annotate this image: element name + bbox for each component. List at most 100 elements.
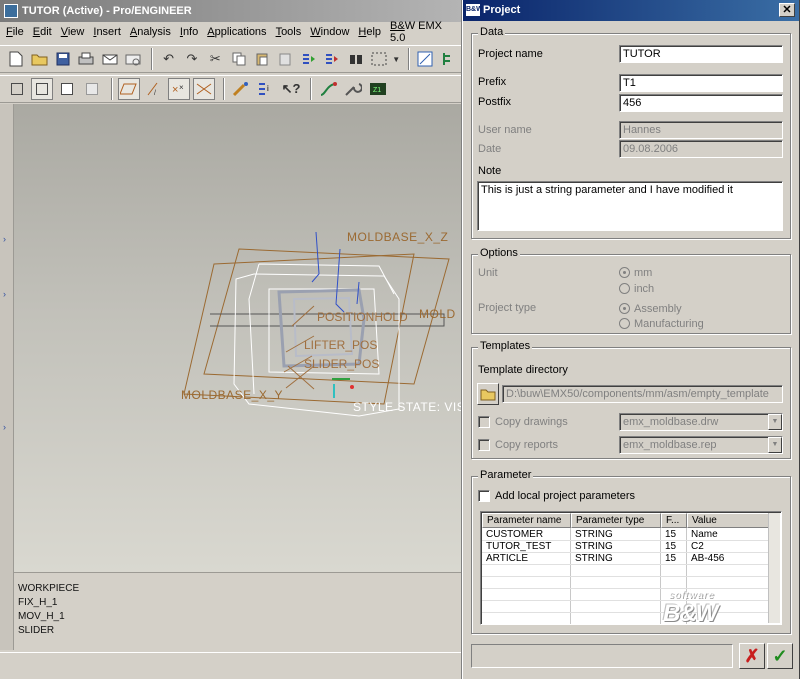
- tool-icon[interactable]: [342, 78, 364, 100]
- csys-label-positionhold[interactable]: POSITIONHOLD: [317, 310, 408, 324]
- menu-view[interactable]: View: [61, 26, 85, 38]
- column-header-f[interactable]: F...: [661, 513, 687, 528]
- add-local-parameters-label: Add local project parameters: [495, 490, 636, 502]
- main-toolbar-row-2: / × × i ↖? Z1: [0, 75, 462, 103]
- undo-icon[interactable]: ↶: [158, 48, 178, 70]
- feature-info-icon[interactable]: i: [255, 78, 277, 100]
- datum-points-icon[interactable]: × ×: [168, 78, 190, 100]
- expand-arrow-icon[interactable]: ›: [3, 422, 6, 432]
- no-hidden-icon[interactable]: [56, 78, 78, 100]
- hidden-line-icon[interactable]: [31, 78, 53, 100]
- template-directory-label: Template directory: [478, 364, 568, 376]
- view-icon[interactable]: [415, 48, 435, 70]
- date-input: [619, 140, 783, 158]
- spin-center-icon[interactable]: [230, 78, 252, 100]
- menu-bw-emx[interactable]: B&W EMX 5.0: [390, 20, 453, 44]
- paste-special-icon[interactable]: [275, 48, 295, 70]
- email-icon[interactable]: [100, 48, 120, 70]
- save-icon[interactable]: [53, 48, 73, 70]
- datum-label-moldbase-x-y[interactable]: MOLDBASE_X_Y: [181, 388, 283, 402]
- expand-arrow-icon[interactable]: ›: [3, 234, 6, 244]
- menu-analysis[interactable]: Analysis: [130, 26, 171, 38]
- copy-icon[interactable]: [229, 48, 249, 70]
- copy-reports-value: emx_moldbase.rep: [623, 439, 717, 451]
- prefix-input[interactable]: [619, 74, 783, 92]
- main-toolbar-row-1: ↶ ↷ ✂ ▼: [0, 45, 462, 73]
- email-link-icon[interactable]: [123, 48, 143, 70]
- column-header-value[interactable]: Value: [687, 513, 769, 528]
- cell-value: C2: [691, 541, 704, 552]
- new-file-icon[interactable]: [6, 48, 26, 70]
- project-name-input[interactable]: [619, 45, 783, 63]
- select-box-icon[interactable]: [369, 48, 389, 70]
- main-window-title: TUTOR (Active) - Pro/ENGINEER: [22, 5, 192, 17]
- datum-axes-icon[interactable]: /: [143, 78, 165, 100]
- dialog-close-button[interactable]: ✕: [779, 3, 795, 17]
- copy-reports-select: emx_moldbase.rep ▼: [619, 436, 783, 454]
- cell-parameter-type: STRING: [575, 541, 613, 552]
- project-dialog: B&W Project ✕ Data Project name Prefix P…: [462, 0, 800, 679]
- cell-parameter-name: TUTOR_TEST: [486, 541, 552, 552]
- dialog-titlebar[interactable]: B&W Project ✕: [463, 0, 799, 21]
- tree-item-slider[interactable]: SLIDER: [18, 625, 54, 636]
- menu-window[interactable]: Window: [310, 26, 349, 38]
- cancel-button[interactable]: ✗: [739, 643, 765, 669]
- print-icon[interactable]: [76, 48, 96, 70]
- svg-text:Z1: Z1: [373, 87, 381, 94]
- datum-planes-icon[interactable]: [118, 78, 140, 100]
- csys-label-lifter-pos[interactable]: LIFTER_POS: [304, 338, 377, 352]
- add-local-parameters-checkbox[interactable]: [478, 490, 490, 502]
- analysis-icon[interactable]: Z1: [367, 78, 389, 100]
- column-header-parameter-name[interactable]: Parameter name: [482, 513, 571, 528]
- templates-group: Templates Template directory Copy drawin…: [471, 340, 791, 459]
- chevron-down-icon: ▼: [768, 437, 782, 453]
- tree-item-workpiece[interactable]: WORKPIECE: [18, 583, 79, 594]
- redo-icon[interactable]: ↷: [182, 48, 202, 70]
- shading-icon[interactable]: [81, 78, 103, 100]
- copy-drawings-select: emx_moldbase.drw ▼: [619, 413, 783, 431]
- sketch-icon[interactable]: [317, 78, 339, 100]
- wireframe-icon[interactable]: [6, 78, 28, 100]
- postfix-input[interactable]: [619, 94, 783, 112]
- cell-parameter-name: ARTICLE: [486, 553, 529, 564]
- csys-label-slider-pos[interactable]: SLIDER_POS: [304, 357, 379, 371]
- regenerate-icon[interactable]: [299, 48, 319, 70]
- column-header-parameter-type[interactable]: Parameter type: [571, 513, 661, 528]
- menu-edit[interactable]: Edit: [33, 26, 52, 38]
- find-icon[interactable]: [345, 48, 365, 70]
- dropdown-arrow-icon[interactable]: ▼: [392, 48, 400, 70]
- ok-button[interactable]: ✓: [767, 643, 793, 669]
- menu-applications[interactable]: Applications: [207, 26, 266, 38]
- menu-help[interactable]: Help: [358, 26, 381, 38]
- cell-value: AB-456: [691, 553, 725, 564]
- table-row[interactable]: ARTICLE STRING 15 AB-456: [482, 553, 776, 565]
- menu-info[interactable]: Info: [180, 26, 198, 38]
- menu-file[interactable]: File: [6, 26, 24, 38]
- note-textarea[interactable]: This is just a string parameter and I ha…: [477, 181, 783, 231]
- bw-software-logo: software B&W: [659, 590, 739, 636]
- datum-label-mold[interactable]: MOLD: [419, 307, 456, 321]
- copy-drawings-value: emx_moldbase.drw: [623, 416, 719, 428]
- open-folder-icon[interactable]: [29, 48, 49, 70]
- coordinate-systems-icon[interactable]: [193, 78, 215, 100]
- unit-radio-mm: [619, 267, 630, 278]
- model-tree-icon[interactable]: [439, 48, 459, 70]
- tree-item-mov-h-1[interactable]: MOV_H_1: [18, 611, 65, 622]
- menu-tools[interactable]: Tools: [276, 26, 302, 38]
- graphics-window[interactable]: MOLDBASE_X_Z MOLDBASE_X_Y MOLD POSITIONH…: [14, 104, 462, 572]
- project-type-option-assembly: Assembly: [634, 303, 682, 315]
- paste-icon[interactable]: [252, 48, 272, 70]
- table-row[interactable]: TUTOR_TEST STRING 15 C2: [482, 541, 776, 553]
- expand-arrow-icon[interactable]: ›: [3, 289, 6, 299]
- menu-insert[interactable]: Insert: [93, 26, 121, 38]
- options-group-title: Options: [478, 247, 520, 259]
- whats-this-icon[interactable]: ↖?: [280, 78, 302, 100]
- browse-directory-button[interactable]: [477, 383, 499, 405]
- svg-text:i: i: [267, 84, 269, 93]
- table-vertical-scrollbar[interactable]: [768, 513, 780, 623]
- regen-manager-icon[interactable]: [322, 48, 342, 70]
- tree-item-fix-h-1[interactable]: FIX_H_1: [18, 597, 57, 608]
- datum-label-moldbase-x-z[interactable]: MOLDBASE_X_Z: [347, 230, 448, 244]
- table-row[interactable]: CUSTOMER STRING 15 Name: [482, 529, 776, 541]
- cut-icon[interactable]: ✂: [205, 48, 225, 70]
